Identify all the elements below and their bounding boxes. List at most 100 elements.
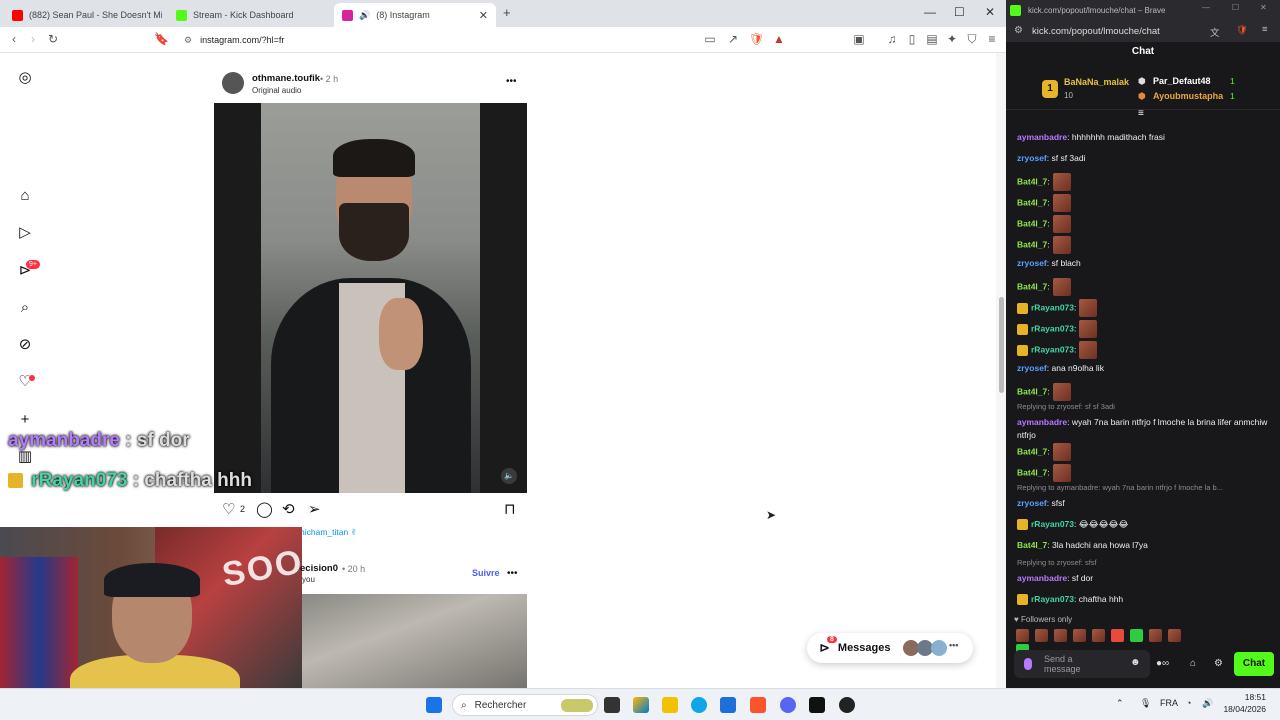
- microphone-icon[interactable]: [1024, 658, 1032, 670]
- leader-name[interactable]: Par_Defaut48: [1153, 76, 1211, 86]
- chat-username[interactable]: rRayan073: [1031, 302, 1074, 312]
- minimize-button[interactable]: —: [1202, 3, 1210, 12]
- brave-icon[interactable]: [750, 697, 766, 713]
- site-settings-icon[interactable]: ⚙: [1014, 25, 1023, 36]
- messages-button[interactable]: ⊳ 8 Messages •••: [807, 633, 973, 663]
- address-bar[interactable]: ⚙ instagram.com/?hl=fr: [178, 30, 698, 50]
- points-icon[interactable]: ●∞: [1156, 658, 1169, 669]
- quick-emote-icon[interactable]: [1016, 629, 1029, 643]
- chat-username[interactable]: rRayan073: [1031, 519, 1074, 529]
- like-icon[interactable]: ♡: [222, 501, 235, 519]
- start-icon[interactable]: [426, 697, 442, 713]
- chat-username[interactable]: rRayan073: [1031, 323, 1074, 333]
- chat-username[interactable]: aymanbadre: [1017, 417, 1067, 427]
- chat-username[interactable]: zryosef: [1017, 498, 1047, 508]
- post2-username[interactable]: ecision0: [300, 563, 338, 574]
- sidebar-icon[interactable]: ▯: [905, 32, 919, 46]
- quick-emote-icon[interactable]: [1149, 629, 1162, 643]
- share-icon[interactable]: ➢: [308, 501, 321, 519]
- quick-emote-icon[interactable]: [1168, 629, 1181, 643]
- kick-app-icon[interactable]: [809, 697, 825, 713]
- mute-icon[interactable]: 🔈: [501, 468, 517, 484]
- leader-name[interactable]: BaNaNa_malak: [1064, 77, 1129, 87]
- chat-username[interactable]: aymanbadre: [1017, 573, 1067, 583]
- translate-icon[interactable]: 文: [1210, 25, 1220, 39]
- save-icon[interactable]: ⊓: [504, 501, 516, 519]
- task-view-icon[interactable]: [604, 697, 620, 713]
- quick-emote-icon[interactable]: [1092, 629, 1105, 643]
- comment-icon[interactable]: ◯: [256, 501, 273, 519]
- settings-icon[interactable]: ⚙: [1214, 658, 1223, 669]
- microphone-icon[interactable]: 🎙: [1140, 698, 1151, 709]
- post2-image[interactable]: [302, 594, 527, 688]
- edge-icon[interactable]: [691, 697, 707, 713]
- reload-icon[interactable]: ↻: [46, 32, 60, 46]
- scrollbar[interactable]: [996, 53, 1006, 688]
- reels-icon[interactable]: ▷: [16, 224, 34, 242]
- wifi-icon[interactable]: ◔: [1186, 698, 1191, 708]
- tab-kick-dashboard[interactable]: Stream - Kick Dashboard: [168, 3, 333, 27]
- follow-button[interactable]: Suivre: [472, 568, 500, 578]
- close-window-button[interactable]: ✕: [1260, 3, 1267, 12]
- chat-username[interactable]: Bat4l_7: [1017, 540, 1047, 550]
- wallet-icon[interactable]: ▤: [925, 32, 939, 46]
- more-icon[interactable]: •••: [949, 640, 958, 650]
- emote-icon[interactable]: [1052, 215, 1071, 233]
- chat-username[interactable]: rRayan073: [1031, 344, 1074, 354]
- more-options-icon[interactable]: •••: [506, 76, 517, 87]
- expand-icon[interactable]: ≡: [1138, 108, 1144, 119]
- chat-username[interactable]: rRayan073: [1031, 594, 1074, 604]
- discord-icon[interactable]: [780, 697, 796, 713]
- bookmark-icon[interactable]: 🔖: [154, 32, 169, 46]
- emote-icon[interactable]: [1052, 173, 1071, 191]
- home-icon[interactable]: ⌂: [16, 187, 34, 205]
- site-settings-icon[interactable]: ⚙: [184, 35, 192, 46]
- emote-icon[interactable]: [1052, 278, 1071, 296]
- chat-username[interactable]: zryosef: [1017, 153, 1047, 163]
- tab-youtube[interactable]: (882) Sean Paul - She Doesn't Mind |: [4, 3, 162, 27]
- chat-username[interactable]: Bat4l_7: [1017, 176, 1047, 186]
- minimize-button[interactable]: —: [924, 5, 936, 19]
- clock-date[interactable]: 18/04/2026: [1220, 704, 1266, 714]
- post-username[interactable]: othmane.toufik: [252, 73, 320, 84]
- maximize-button[interactable]: ☐: [1232, 3, 1239, 12]
- clock-time[interactable]: 18:51: [1220, 692, 1266, 702]
- chat-username[interactable]: aymanbadre: [1017, 132, 1067, 142]
- chat-username[interactable]: Bat4l_7: [1017, 197, 1047, 207]
- brave-shields-icon[interactable]: 🛡: [1236, 25, 1248, 36]
- brave-shields-icon[interactable]: 🛡: [749, 32, 764, 46]
- emote-icon[interactable]: [1052, 383, 1071, 401]
- emote-icon[interactable]: [1052, 236, 1071, 254]
- avatar[interactable]: [222, 72, 244, 94]
- message-input[interactable]: Send a message ☻: [1014, 650, 1150, 678]
- send-chat-button[interactable]: Chat: [1234, 652, 1274, 676]
- chat-username[interactable]: Bat4l_7: [1017, 467, 1047, 477]
- chat-username[interactable]: zryosef: [1017, 363, 1047, 373]
- obs-icon[interactable]: [839, 697, 855, 713]
- chat-username[interactable]: zryosef: [1017, 258, 1047, 268]
- share-icon[interactable]: ↗: [726, 32, 740, 46]
- taskbar-search[interactable]: ⌕ Rechercher: [452, 694, 598, 716]
- chat-username[interactable]: Bat4l_7: [1017, 386, 1047, 396]
- leo-icon[interactable]: ✦: [945, 32, 959, 46]
- vpn-icon[interactable]: ⛉: [965, 32, 979, 47]
- create-icon[interactable]: +: [16, 411, 34, 429]
- instagram-logo-icon[interactable]: ◎: [16, 69, 34, 87]
- close-window-button[interactable]: ✕: [985, 5, 995, 19]
- close-tab-icon[interactable]: ✕: [479, 9, 488, 22]
- quick-emote-icon[interactable]: [1035, 629, 1048, 643]
- search-icon[interactable]: ⌕: [16, 299, 34, 317]
- quick-emote-icon[interactable]: [1130, 629, 1143, 643]
- brave-rewards-icon[interactable]: ▲: [772, 32, 786, 46]
- emote-icon[interactable]: [1052, 464, 1071, 482]
- emote-icon[interactable]: [1079, 341, 1098, 359]
- emote-icon[interactable]: [1052, 194, 1071, 212]
- media-icon[interactable]: ♫: [885, 32, 899, 46]
- emote-icon[interactable]: [1079, 299, 1098, 317]
- menu-icon[interactable]: ≡: [985, 32, 999, 46]
- quick-emote-icon[interactable]: [1073, 629, 1086, 643]
- tab-instagram[interactable]: 🔊 (8) Instagram ✕: [334, 3, 496, 27]
- leader-name[interactable]: Ayoubmustapha: [1153, 91, 1223, 101]
- maximize-button[interactable]: ☐: [954, 5, 965, 19]
- volume-icon[interactable]: 🔊: [1202, 698, 1213, 709]
